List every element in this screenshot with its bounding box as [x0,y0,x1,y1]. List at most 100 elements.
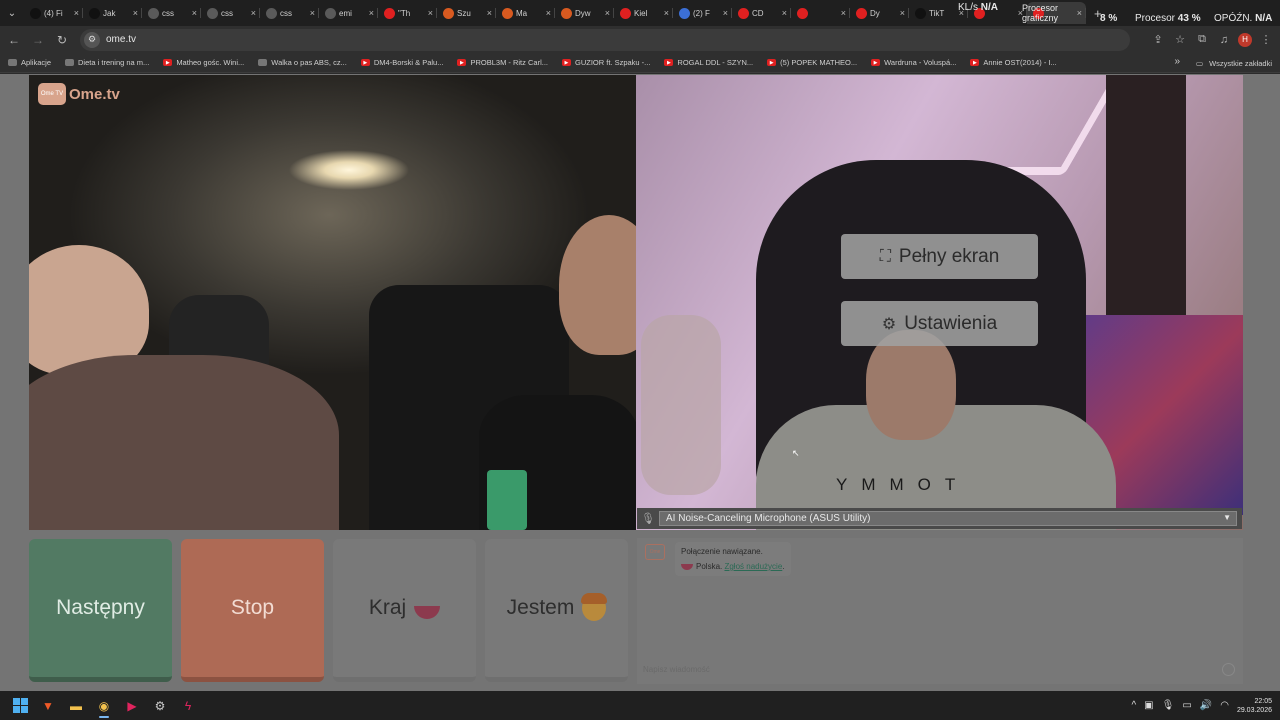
bookmark-item[interactable]: ▶ Annie OST(2014) - I... [970,58,1057,67]
browser-tab[interactable]: Dy × [850,2,909,24]
file-explorer-icon[interactable]: ▬ [62,691,90,720]
browser-tab[interactable]: × [791,2,850,24]
stop-button[interactable]: Stop [181,539,324,682]
browser-tab[interactable]: (4) Fi × [24,2,83,24]
tiktok-icon [89,7,100,19]
tab-close-icon[interactable]: × [251,8,256,18]
bookmark-item[interactable]: ▶ DM4-Borski & Palu... [360,58,443,67]
tray-wifi-icon[interactable]: ◠ [1220,700,1229,711]
browser-tab[interactable]: Szu × [437,2,496,24]
chrome-icon[interactable]: ◉ [90,691,118,720]
youtube-icon: ▶ [457,59,467,66]
app-icon[interactable]: ϟ [174,691,202,720]
tray-expand-icon[interactable]: ^ [1131,700,1136,711]
clock[interactable]: 22:05 29.03.2026 [1237,697,1272,715]
browser-tab[interactable]: Dyw × [555,2,614,24]
microphone-icon: 🎙 [641,513,655,525]
browser-tab[interactable]: Jak × [83,2,142,24]
tab-close-icon[interactable]: × [900,8,905,18]
tab-close-icon[interactable]: × [782,8,787,18]
tab-close-icon[interactable]: × [310,8,315,18]
browser-tab[interactable]: (2) F × [673,2,732,24]
media-player-icon[interactable]: ▶ [118,691,146,720]
tray-microphone-icon[interactable]: 🎙 [1162,700,1175,711]
system-tray: ^ ▣ 🎙 ▭ 🔊 ◠ 22:05 29.03.2026 [1131,691,1280,720]
forward-icon[interactable]: → [26,28,50,52]
fullscreen-button[interactable]: ⛶ Pełny ekran [841,234,1038,279]
bookmarks-overflow-icon[interactable]: » [1174,56,1180,67]
tab-close-icon[interactable]: × [74,8,79,18]
url-text[interactable]: ome.tv [106,34,136,45]
tab-close-icon[interactable]: × [487,8,492,18]
extensions-icon[interactable]: ⧉ [1194,33,1210,46]
bookmark-item[interactable]: Walka o pas ABS, cz... [258,58,347,67]
start-button[interactable] [6,691,34,720]
tab-search-icon[interactable]: ⌄ [0,0,24,26]
next-button[interactable]: Następny [29,539,172,682]
settings-app-icon[interactable]: ⚙ [146,691,174,720]
tab-close-icon[interactable]: × [841,8,846,18]
country-button[interactable]: Kraj [333,539,476,682]
emoji-icon[interactable] [1222,663,1235,676]
bookmark-item[interactable]: Aplikacje [8,58,51,67]
tab-close-icon[interactable]: × [192,8,197,18]
address-bar[interactable]: ⚙ ome.tv [80,28,1130,51]
browser-tab[interactable]: "Th × [378,2,437,24]
browser-tab[interactable]: emi × [319,2,378,24]
country-button-label: Kraj [368,596,407,619]
back-icon[interactable]: ← [2,28,26,52]
ometv-chat-icon: Ome [645,544,665,560]
bookmark-item[interactable]: ▶ PROBL3M - Ritz Carl... [457,58,548,67]
tab-close-icon[interactable]: × [1077,8,1082,18]
taskbar: ▼ ▬ ◉ ▶ ⚙ ϟ ^ ▣ 🎙 ▭ 🔊 ◠ 22:05 29.03.2026 [0,691,1280,720]
ometv-logo[interactable]: Ome TV Ome.tv [38,83,120,105]
bookmark-item[interactable]: ▶ ROGAL DDL - SZYN... [664,58,753,67]
chat-input[interactable]: Napisz wiadomość [643,665,710,674]
youtube-icon: ▶ [970,59,980,66]
browser-tab[interactable]: CD × [732,2,791,24]
fullscreen-label: Pełny ekran [898,245,1000,267]
browser-tab[interactable]: css × [201,2,260,24]
tab-close-icon[interactable]: × [664,8,669,18]
bookmark-label: ROGAL DDL - SZYN... [677,58,754,67]
menu-icon[interactable]: ⋮ [1258,33,1274,46]
tray-monitor-icon[interactable]: ▭ [1182,700,1191,711]
bookmark-item[interactable]: ▶ Wardruna - Voluspá... [871,58,956,67]
all-bookmarks-button[interactable]: ▭ Wszystkie zakładki [1196,53,1272,73]
tab-close-icon[interactable]: × [133,8,138,18]
tray-volume-icon[interactable]: 🔊 [1200,700,1212,711]
tab-close-icon[interactable]: × [605,8,610,18]
gender-button-label: Jestem [506,596,575,619]
browser-tab[interactable]: Kiel × [614,2,673,24]
browser-tab[interactable]: css × [142,2,201,24]
tiktok-icon [30,7,41,19]
bookmark-item[interactable]: ▶ (5) POPEK MATHEO... [767,58,857,67]
profile-avatar[interactable]: H [1238,32,1252,47]
browser-tab[interactable]: css × [260,2,319,24]
tab-title: "Th [398,8,411,18]
bookmark-item[interactable]: ▶ Matheo gośc. Wini... [163,58,244,67]
bookmark-item[interactable]: Dieta i trening na m... [65,58,149,67]
media-icon[interactable]: ♫ [1216,34,1232,46]
shirt-text: YMMOT [836,475,970,494]
browser-tab[interactable]: Ma × [496,2,555,24]
tab-close-icon[interactable]: × [428,8,433,18]
gender-button[interactable]: Jestem [485,539,628,682]
bookmark-star-icon[interactable]: ☆ [1172,33,1188,46]
bookmark-item[interactable]: ▶ GUZIOR ft. Szpaku -... [561,58,650,67]
tab-close-icon[interactable]: × [369,8,374,18]
tab-close-icon[interactable]: × [546,8,551,18]
reload-icon[interactable]: ↻ [50,28,74,52]
tab-close-icon[interactable]: × [723,8,728,18]
youtube-icon: ▶ [561,59,571,66]
install-icon[interactable]: ⇪ [1150,33,1166,46]
site-info-icon[interactable]: ⚙ [84,31,100,48]
windows-icon [12,698,28,713]
mouse-cursor-icon: ↖ [792,448,800,458]
report-abuse-link[interactable]: Zgłoś nadużycie [724,562,782,571]
brave-browser-icon[interactable]: ▼ [34,691,62,720]
tray-app-icon[interactable]: ▣ [1144,700,1153,711]
microphone-select[interactable]: AI Noise-Canceling Microphone (ASUS Util… [659,511,1237,526]
chat-panel: Ome Połączenie nawiązane. Polska. Zgłoś … [637,538,1243,684]
settings-button[interactable]: ⚙ Ustawienia [841,301,1038,346]
